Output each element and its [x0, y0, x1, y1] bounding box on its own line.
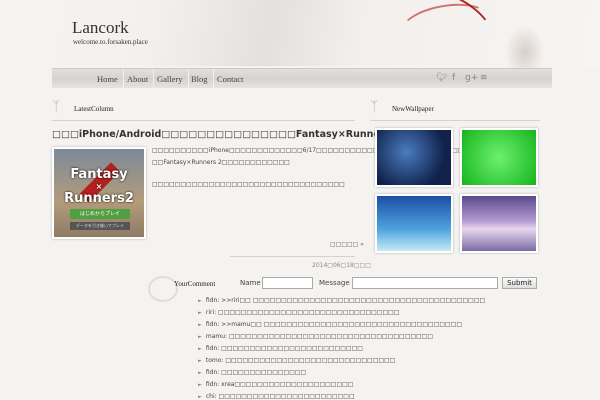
rss-icon[interactable]: ≋ — [480, 73, 488, 83]
nav-home[interactable]: Home — [92, 69, 124, 89]
divider — [370, 120, 540, 121]
wallpaper-thumb[interactable] — [375, 128, 453, 187]
divider — [230, 256, 355, 257]
bullet-icon: ► — [198, 382, 202, 388]
article-thumbnail[interactable]: Fantasy × Runners2 はじめからプレイ データを引き継いでプレイ — [52, 147, 146, 239]
dragon-icon: ᛉ — [52, 99, 61, 115]
thumb-title: Fantasy — [70, 167, 128, 182]
comment-item: ► fidn: >>riri□□ □□□□□□□□□□□□□□□□□□□□□□□□… — [198, 297, 485, 304]
thumb-button: データを引き継いでプレイ — [70, 222, 130, 230]
comment-item: ► tomo: □□□□□□□□□□□□□□□□□□□□□□□□□□□□□□ — [198, 357, 395, 364]
site-logo[interactable]: Lancork — [72, 18, 129, 38]
read-more-link[interactable]: □□□□□ » — [330, 241, 364, 248]
google-plus-icon[interactable]: g+ — [465, 73, 478, 83]
nav-contact[interactable]: Contact — [212, 69, 248, 89]
nav-about[interactable]: About — [122, 69, 155, 89]
wallpaper-thumb[interactable] — [375, 194, 453, 253]
comment-text: fidn: □□□□□□□□□□□□□□□ — [205, 369, 307, 376]
thumb-title: Runners2 — [64, 191, 134, 206]
comment-item: ► chi: □□□□□□□□□□□□□□□□□□□□□□□□ — [198, 393, 355, 400]
submit-button[interactable]: Submit — [502, 277, 537, 289]
comment-text: fidn: >>riri□□ □□□□□□□□□□□□□□□□□□□□□□□□□… — [205, 297, 486, 304]
bullet-icon: ► — [198, 322, 202, 328]
message-label: Message — [319, 279, 350, 287]
your-comment-heading: YourComment — [174, 280, 216, 288]
comment-text: tomo: □□□□□□□□□□□□□□□□□□□□□□□□□□□□□□ — [205, 357, 396, 364]
divider — [52, 120, 355, 121]
bullet-icon: ► — [198, 394, 202, 400]
comment-text: fidn: □□□□□□□□□□□□□□□□□□□□□□□□□ — [205, 345, 363, 352]
nav-gallery[interactable]: Gallery — [152, 69, 189, 89]
main-nav: Home About Gallery Blog Contact 🐦︎ f g+ … — [52, 68, 552, 89]
comment-text: chi: □□□□□□□□□□□□□□□□□□□□□□□□ — [205, 393, 355, 400]
comment-item: ► fidn: xrea□□□□□□□□□□□□□□□□□□□□□ — [198, 381, 353, 388]
comment-item: ► mamu: □□□□□□□□□□□□□□□□□□□□□□□□□□□□□□□□□… — [198, 333, 433, 340]
bullet-icon: ► — [198, 298, 202, 304]
bullet-icon: ► — [198, 346, 202, 352]
facebook-icon[interactable]: f — [452, 73, 455, 83]
comment-item: ► fidn: >>mamu□□ □□□□□□□□□□□□□□□□□□□□□□□□… — [198, 321, 462, 328]
wallpaper-thumb[interactable] — [460, 128, 538, 187]
thumb-button: はじめからプレイ — [70, 209, 130, 219]
comment-text: mamu: □□□□□□□□□□□□□□□□□□□□□□□□□□□□□□□□□□… — [205, 333, 434, 340]
latest-column-heading: LatestColumn — [74, 105, 114, 113]
comment-text: riri: □□□□□□□□□□□□□□□□□□□□□□□□□□□□□□□□ — [205, 309, 400, 316]
name-label: Name — [240, 279, 261, 287]
bullet-icon: ► — [198, 358, 202, 364]
comment-item: ► fidn: □□□□□□□□□□□□□□□ — [198, 369, 306, 376]
comment-text: fidn: >>mamu□□ □□□□□□□□□□□□□□□□□□□□□□□□□… — [205, 321, 463, 328]
article-text: □□Fantasy×Runners 2□□□□□□□□□□□□ — [152, 159, 290, 166]
bullet-icon: ► — [198, 310, 202, 316]
message-input[interactable] — [352, 277, 498, 289]
nav-blog[interactable]: Blog — [186, 69, 214, 89]
dragon-icon: ᛉ — [370, 99, 379, 115]
article-text: □□□□□□□□□□□□□□□□□□□□□□□□□□□□□□□□□□ — [152, 181, 345, 188]
article-date: 2014□06□18□□□ — [312, 262, 371, 269]
twitter-icon[interactable]: 🐦︎ — [436, 73, 447, 83]
comment-item: ► fidn: □□□□□□□□□□□□□□□□□□□□□□□□□ — [198, 345, 363, 352]
bullet-icon: ► — [198, 334, 202, 340]
comment-text: fidn: xrea□□□□□□□□□□□□□□□□□□□□□ — [205, 381, 354, 388]
new-wallpaper-heading: NewWallpaper — [392, 105, 434, 113]
name-input[interactable] — [262, 277, 313, 289]
site-tagline: welcome.to.forsaken.place — [73, 38, 148, 46]
bullet-icon: ► — [198, 370, 202, 376]
comment-item: ► riri: □□□□□□□□□□□□□□□□□□□□□□□□□□□□□□□□ — [198, 309, 399, 316]
wallpaper-thumb[interactable] — [460, 194, 538, 253]
